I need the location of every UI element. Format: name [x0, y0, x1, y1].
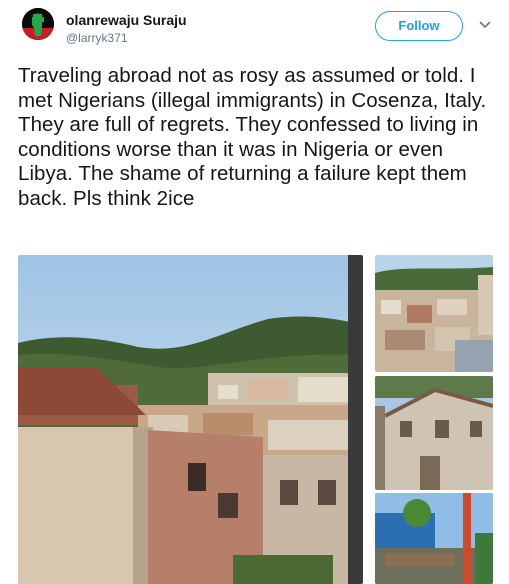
- raised-fist-icon: [22, 8, 54, 40]
- display-name[interactable]: olanrewaju Suraju: [66, 12, 187, 28]
- photo-cosenza-rooftops[interactable]: [18, 255, 363, 584]
- photo-old-building[interactable]: [375, 376, 493, 490]
- tweet-text: Traveling abroad not as rosy as assumed …: [18, 64, 487, 210]
- tweet-header: olanrewaju Suraju @larryk371 Follow: [0, 0, 509, 60]
- avatar[interactable]: [22, 8, 54, 40]
- follow-button[interactable]: Follow: [375, 11, 463, 41]
- user-handle[interactable]: @larryk371: [66, 31, 128, 45]
- photo-market-square[interactable]: [375, 493, 493, 584]
- photo-hillside-town[interactable]: [375, 255, 493, 372]
- chevron-down-icon[interactable]: [478, 18, 492, 32]
- tweet-media-grid: [18, 255, 493, 584]
